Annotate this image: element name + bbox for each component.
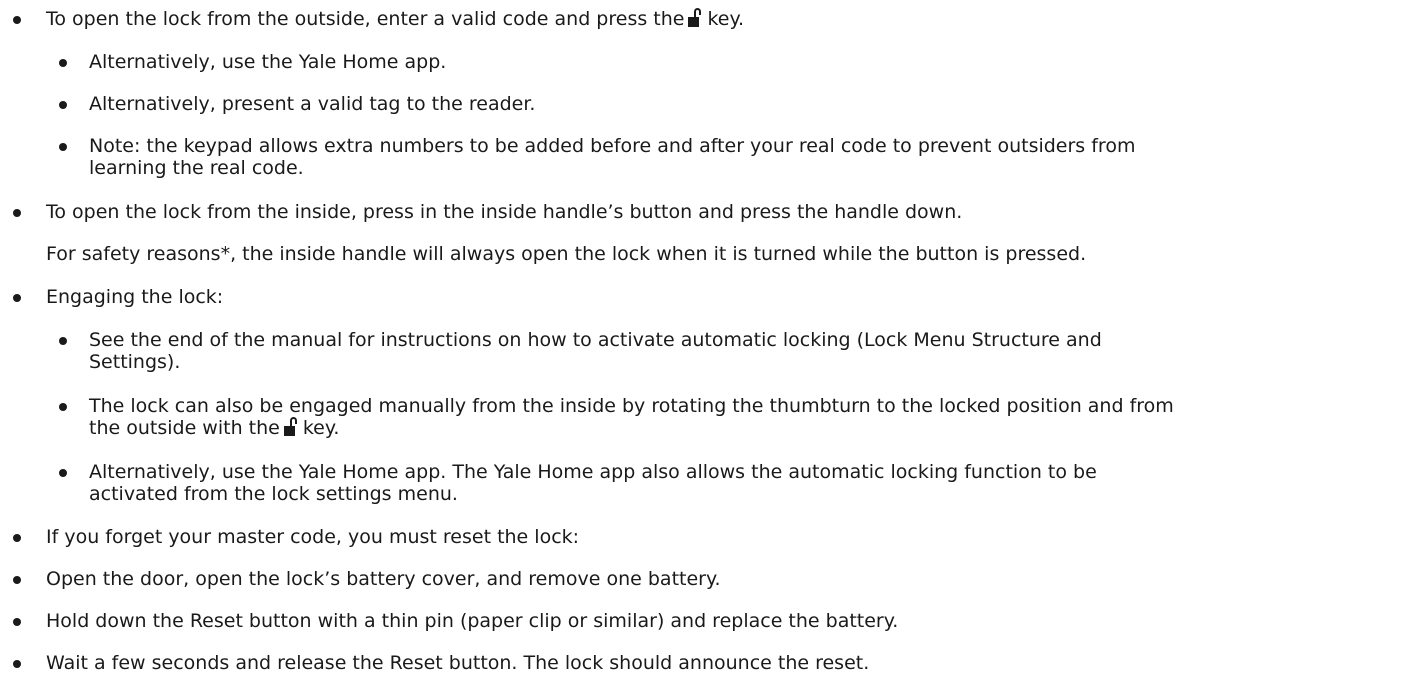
bullet <box>59 403 67 411</box>
list-item: Alternatively, use the Yale Home app. <box>89 51 447 73</box>
list-item-continuation: For safety reasons*, the inside handle w… <box>46 243 1087 265</box>
unlock-icon <box>283 417 300 436</box>
list-item: To open the lock from the inside, press … <box>46 201 963 223</box>
list-item: Note: the keypad allows extra numbers to… <box>89 135 1135 179</box>
bullet <box>13 576 21 584</box>
bullet <box>59 469 67 477</box>
bullet <box>13 209 21 217</box>
bullet <box>59 101 67 109</box>
list-item: The lock can also be engaged manually fr… <box>89 395 1174 439</box>
bullet <box>13 660 21 668</box>
list-item-line: activated from the lock settings menu. <box>89 483 458 505</box>
bullet <box>13 534 21 542</box>
list-item-line: Alternatively, use the Yale Home app. Th… <box>89 461 1097 483</box>
bullet <box>13 294 21 302</box>
bullet <box>13 618 21 626</box>
list-item-text: To open the lock from the outside, enter… <box>46 8 685 30</box>
list-item-text: the outside with the <box>89 417 280 439</box>
list-item: Alternatively, use the Yale Home app. Th… <box>89 461 1097 505</box>
bullet <box>59 143 67 151</box>
list-item-line: Settings). <box>89 351 181 373</box>
list-item: Engaging the lock: <box>46 286 224 308</box>
list-item: If you forget your master code, you must… <box>46 526 580 548</box>
bullet <box>13 16 21 24</box>
list-item-text: key. <box>707 8 745 30</box>
list-item: See the end of the manual for instructio… <box>89 329 1102 373</box>
list-item: Wait a few seconds and release the Reset… <box>46 652 870 674</box>
list-item-line: the outside with the key. <box>89 417 1174 439</box>
list-item-text: key. <box>302 417 340 439</box>
list-item-line: See the end of the manual for instructio… <box>89 329 1102 351</box>
list-item-line: Note: the keypad allows extra numbers to… <box>89 135 1136 157</box>
list-item-line: learning the real code. <box>89 157 304 179</box>
list-item: To open the lock from the outside, enter… <box>46 8 744 30</box>
list-item: Open the door, open the lock’s battery c… <box>46 568 721 590</box>
list-item: Hold down the Reset button with a thin p… <box>46 610 899 632</box>
bullet <box>59 337 67 345</box>
unlock-icon <box>688 8 704 27</box>
bullet <box>59 59 67 67</box>
list-item-line: The lock can also be engaged manually fr… <box>89 395 1174 417</box>
list-item: Alternatively, present a valid tag to th… <box>89 93 536 115</box>
